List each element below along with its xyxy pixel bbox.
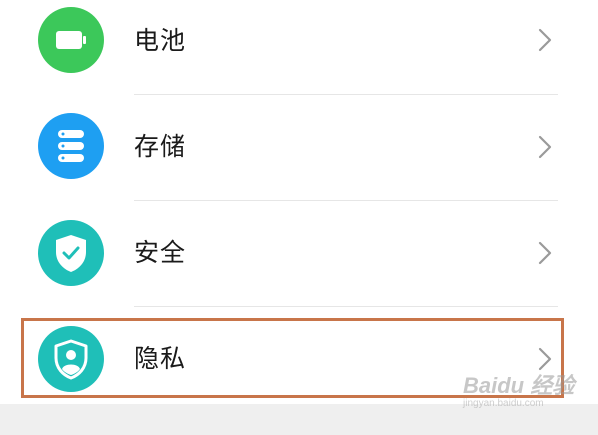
watermark-logo: Baidu 经验 bbox=[463, 373, 575, 398]
settings-list-page: 电池 存储 安全 隐私 Baidu 经验 jingyan.baidu.com bbox=[0, 0, 598, 435]
settings-item-security[interactable]: 安全 bbox=[0, 200, 598, 304]
chevron-right-icon bbox=[538, 135, 552, 159]
chevron-right-icon bbox=[538, 28, 552, 52]
settings-item-storage[interactable]: 存储 bbox=[0, 94, 598, 198]
watermark: Baidu 经验 jingyan.baidu.com bbox=[463, 368, 591, 418]
settings-item-label: 存储 bbox=[134, 132, 187, 161]
battery-icon bbox=[38, 7, 104, 73]
settings-item-label: 电池 bbox=[134, 26, 187, 55]
watermark-url: jingyan.baidu.com bbox=[463, 398, 544, 409]
chevron-right-icon bbox=[538, 241, 552, 265]
storage-icon bbox=[38, 113, 104, 179]
settings-item-label: 安全 bbox=[134, 238, 187, 267]
shield-check-icon bbox=[38, 220, 104, 286]
settings-item-battery[interactable]: 电池 bbox=[0, 0, 598, 94]
